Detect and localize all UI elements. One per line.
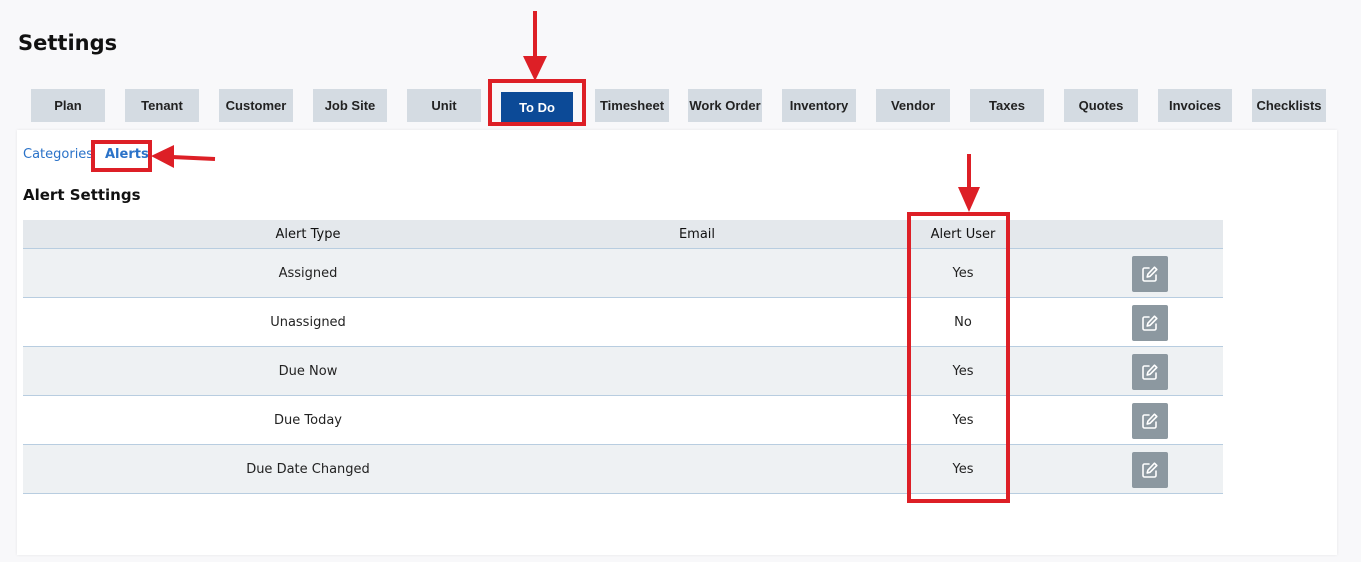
edit-icon (1142, 266, 1158, 282)
section-title: Alert Settings (23, 186, 141, 204)
edit-button[interactable] (1132, 452, 1168, 488)
email-cell (593, 347, 801, 396)
tab-taxes[interactable]: Taxes (970, 89, 1044, 122)
edit-icon (1142, 413, 1158, 429)
header-email: Email (678, 227, 716, 242)
settings-tabs: Plan Tenant Customer Job Site Unit To Do… (0, 89, 1361, 122)
tab-tenant[interactable]: Tenant (125, 89, 199, 122)
edit-icon (1142, 462, 1158, 478)
edit-icon (1142, 315, 1158, 331)
alert-user-cell: Yes (952, 413, 974, 428)
tab-plan[interactable]: Plan (31, 89, 105, 122)
edit-button[interactable] (1132, 403, 1168, 439)
table-row: Unassigned No (23, 298, 1223, 347)
table-row: Due Today Yes (23, 396, 1223, 445)
subnav-categories-link[interactable]: Categories (23, 147, 93, 162)
email-cell (593, 298, 801, 347)
page-title: Settings (18, 31, 118, 55)
email-cell (593, 396, 801, 445)
tab-checklists[interactable]: Checklists (1252, 89, 1326, 122)
tab-work-order[interactable]: Work Order (688, 89, 762, 122)
alert-type-cell: Due Today (274, 413, 342, 428)
tab-quotes[interactable]: Quotes (1064, 89, 1138, 122)
table-row: Assigned Yes (23, 249, 1223, 298)
email-cell (593, 445, 801, 494)
table-header: Alert Type Email Alert User (23, 220, 1223, 249)
edit-button[interactable] (1132, 305, 1168, 341)
tab-vendor[interactable]: Vendor (876, 89, 950, 122)
alert-user-cell: No (954, 315, 972, 330)
tab-customer[interactable]: Customer (219, 89, 293, 122)
alert-user-cell: Yes (952, 364, 974, 379)
table-row: Due Now Yes (23, 347, 1223, 396)
arrow-down-icon (523, 11, 547, 81)
tab-job-site[interactable]: Job Site (313, 89, 387, 122)
tab-unit[interactable]: Unit (407, 89, 481, 122)
alert-type-cell: Unassigned (270, 315, 346, 330)
tab-to-do[interactable]: To Do (501, 92, 573, 122)
header-alert-type: Alert Type (275, 227, 341, 242)
alert-settings-table: Alert Type Email Alert User Assigned Yes… (23, 220, 1223, 494)
tab-timesheet[interactable]: Timesheet (595, 89, 669, 122)
subnav-alerts-link[interactable]: Alerts (105, 147, 149, 162)
alert-type-cell: Due Now (278, 364, 338, 379)
tab-inventory[interactable]: Inventory (782, 89, 856, 122)
table-row: Due Date Changed Yes (23, 445, 1223, 494)
alert-type-cell: Assigned (278, 266, 338, 281)
email-cell (593, 249, 801, 298)
alert-type-cell: Due Date Changed (246, 462, 370, 477)
tab-invoices[interactable]: Invoices (1158, 89, 1232, 122)
alert-user-cell: Yes (952, 462, 974, 477)
header-alert-user: Alert User (930, 227, 996, 242)
edit-button[interactable] (1132, 256, 1168, 292)
alert-user-cell: Yes (952, 266, 974, 281)
edit-icon (1142, 364, 1158, 380)
edit-button[interactable] (1132, 354, 1168, 390)
